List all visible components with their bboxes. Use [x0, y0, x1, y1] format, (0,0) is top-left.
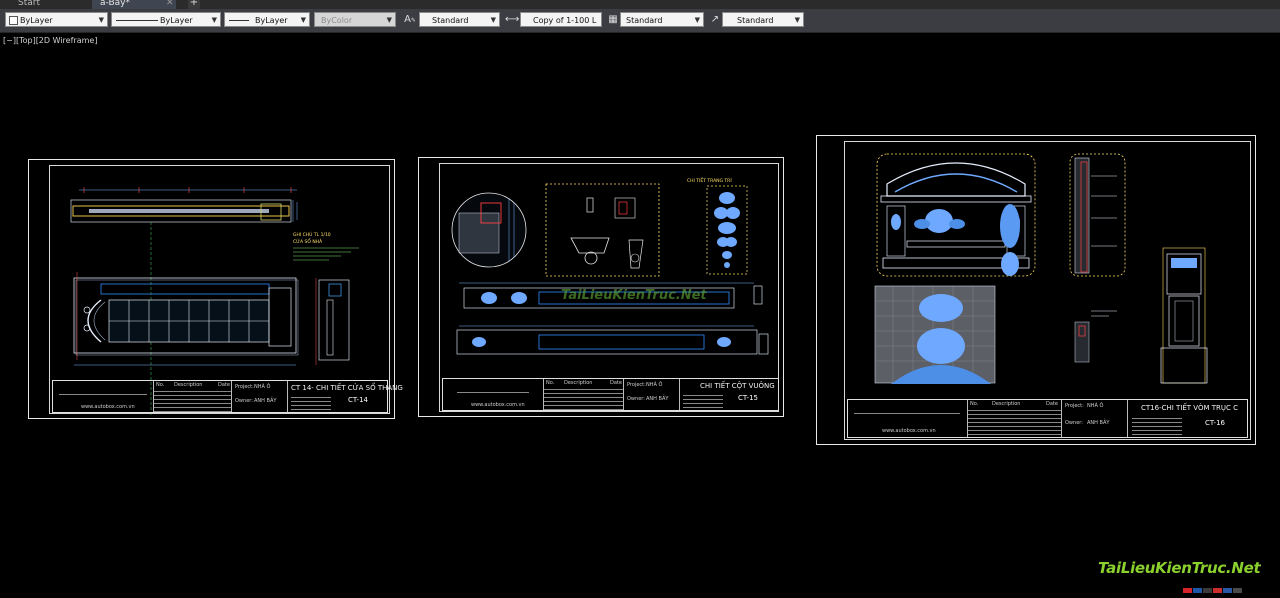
- dim-style-value: Copy of 1-100 L: [533, 16, 597, 25]
- sheet-title: CT 14- CHI TIẾT CỬA SỔ THANG: [291, 384, 403, 392]
- sheet-code: CT-16: [1205, 419, 1225, 427]
- project-label: Project:: [235, 384, 254, 390]
- sheet-title: CT16-CHI TIẾT VÒM TRỤC C: [1141, 404, 1239, 412]
- plotstyle-value: ByColor: [321, 16, 353, 25]
- wm-bar: [1183, 588, 1192, 593]
- owner-label: Owner:: [627, 396, 645, 402]
- notes-cell: www.autobox.com.vn: [443, 379, 544, 410]
- project-value: NHÀ Ô: [254, 384, 271, 390]
- sheet-website: www.autobox.com.vn: [81, 404, 135, 410]
- dim-style-dropdown[interactable]: Copy of 1-100 L: [520, 12, 602, 27]
- revision-cell: No. Description Date: [544, 379, 624, 410]
- lineweight-dropdown[interactable]: ByLayer ▼: [224, 12, 310, 27]
- project-value: NHÀ Ô: [646, 382, 663, 388]
- project-value: NHÀ Ô: [1087, 403, 1104, 409]
- chevron-down-icon: ▼: [211, 16, 217, 24]
- owner-value: ANH BẢY: [646, 396, 669, 402]
- sheet-code: CT-14: [348, 396, 368, 404]
- sheet-code: CT-15: [738, 394, 758, 402]
- text-style-icon[interactable]: A✎: [403, 13, 417, 27]
- project-cell: Project: NHÀ Ô Owner: ANH BẢY: [624, 379, 680, 410]
- document-tab-bar: Start a-Bay* ✕ +: [0, 0, 1280, 9]
- mleader-style-dropdown[interactable]: Standard ▼: [722, 12, 804, 27]
- chevron-down-icon: ▼: [98, 16, 104, 24]
- linetype-value: ByLayer: [160, 16, 193, 25]
- drawing-sheet-ct14[interactable]: GHI CHÚ TL 1/10 CỬA SỔ NHÀ www.autobox.co…: [28, 159, 403, 419]
- properties-toolbar: ByLayer ▼ ByLayer ▼ ByLayer ▼ ByColor ▼ …: [0, 9, 1280, 33]
- project-label: Project:: [627, 382, 646, 388]
- drawing-sheet-ct16[interactable]: www.autobox.com.vn No. Description Date …: [816, 135, 1256, 445]
- owner-label: Owner:: [1065, 420, 1083, 426]
- tab-start[interactable]: Start: [10, 0, 96, 9]
- svg-text:GHI CHÚ TL 1/10: GHI CHÚ TL 1/10: [293, 231, 331, 238]
- title-block-ct14: www.autobox.com.vn No. Description Date …: [52, 380, 403, 413]
- linetype-preview: [116, 20, 158, 21]
- text-style-dropdown[interactable]: Standard ▼: [419, 12, 500, 27]
- tab-drawing[interactable]: a-Bay*: [92, 0, 176, 9]
- table-style-value: Standard: [626, 16, 663, 25]
- viewport-label: [−][Top][2D Wireframe]: [3, 36, 98, 45]
- chevron-down-icon: ▼: [386, 16, 392, 24]
- watermark-logo: TaiLieuKienTruc.Net: [1098, 559, 1261, 577]
- lineweight-value: ByLayer: [255, 16, 288, 25]
- table-style-icon[interactable]: ▦: [606, 13, 620, 27]
- sheet-website: www.autobox.com.vn: [882, 428, 936, 434]
- project-cell: Project: NHÀ Ô Owner: ANH BẢY: [1062, 400, 1128, 437]
- wm-bar: [1213, 588, 1222, 593]
- text-style-value: Standard: [432, 16, 469, 25]
- color-value: ByLayer: [20, 16, 53, 25]
- table-style-dropdown[interactable]: Standard ▼: [620, 12, 704, 27]
- add-tab-button[interactable]: +: [188, 0, 200, 9]
- chevron-down-icon: ▼: [300, 16, 306, 24]
- wm-bar: [1223, 588, 1232, 593]
- mleader-style-value: Standard: [737, 16, 774, 25]
- owner-value: ANH BẢY: [1087, 420, 1110, 426]
- center-watermark: TaiLieuKienTruc.Net: [561, 288, 707, 303]
- wm-bar: [1203, 588, 1212, 593]
- drawing-sheet-ct15[interactable]: CHI TIẾT TRANG TRÍ TaiLieuKienTruc.Net w…: [418, 157, 784, 417]
- watermark-bars: [1183, 578, 1243, 593]
- sheet-website: www.autobox.com.vn: [471, 402, 525, 408]
- title-block-ct16: www.autobox.com.vn No. Description Date …: [847, 399, 1248, 438]
- wm-bar: [1193, 588, 1202, 593]
- notes-cell: www.autobox.com.vn: [53, 381, 154, 412]
- revision-cell: No. Description Date: [154, 381, 232, 412]
- title-block-ct15: www.autobox.com.vn No. Description Date …: [442, 378, 779, 411]
- color-dropdown[interactable]: ByLayer ▼: [5, 12, 108, 27]
- decor-note: CHI TIẾT TRANG TRÍ: [687, 176, 732, 184]
- chevron-down-icon: ▼: [490, 16, 496, 24]
- chevron-down-icon: ▼: [694, 16, 700, 24]
- owner-value: ANH BẢY: [254, 398, 277, 404]
- wm-bar: [1233, 588, 1242, 593]
- project-label: Project:: [1065, 403, 1084, 409]
- chevron-down-icon: ▼: [794, 16, 800, 24]
- project-cell: Project: NHÀ Ô Owner: ANH BẢY: [232, 381, 288, 412]
- add-tab-label: +: [189, 0, 199, 8]
- owner-label: Owner:: [235, 398, 253, 404]
- svg-text:CỬA SỔ NHÀ: CỬA SỔ NHÀ: [293, 237, 323, 245]
- tab-close-icon[interactable]: ✕: [166, 0, 174, 9]
- mleader-style-icon[interactable]: ↗: [708, 13, 722, 27]
- notes-cell: www.autobox.com.vn: [848, 400, 968, 437]
- viewport-controls[interactable]: [−][Top][2D Wireframe]: [3, 36, 97, 45]
- tab-drawing-label: a-Bay*: [100, 0, 130, 8]
- plotstyle-dropdown: ByColor ▼: [314, 12, 396, 27]
- sheet-title: CHI TIẾT CỘT VUÔNG: [700, 382, 775, 390]
- linetype-dropdown[interactable]: ByLayer ▼: [111, 12, 221, 27]
- dim-style-icon[interactable]: ⟷: [505, 13, 519, 27]
- lineweight-preview: [229, 20, 249, 21]
- tab-start-label: Start: [18, 0, 40, 8]
- revision-cell: No. Description Date: [968, 400, 1062, 437]
- color-swatch-icon: [9, 16, 18, 25]
